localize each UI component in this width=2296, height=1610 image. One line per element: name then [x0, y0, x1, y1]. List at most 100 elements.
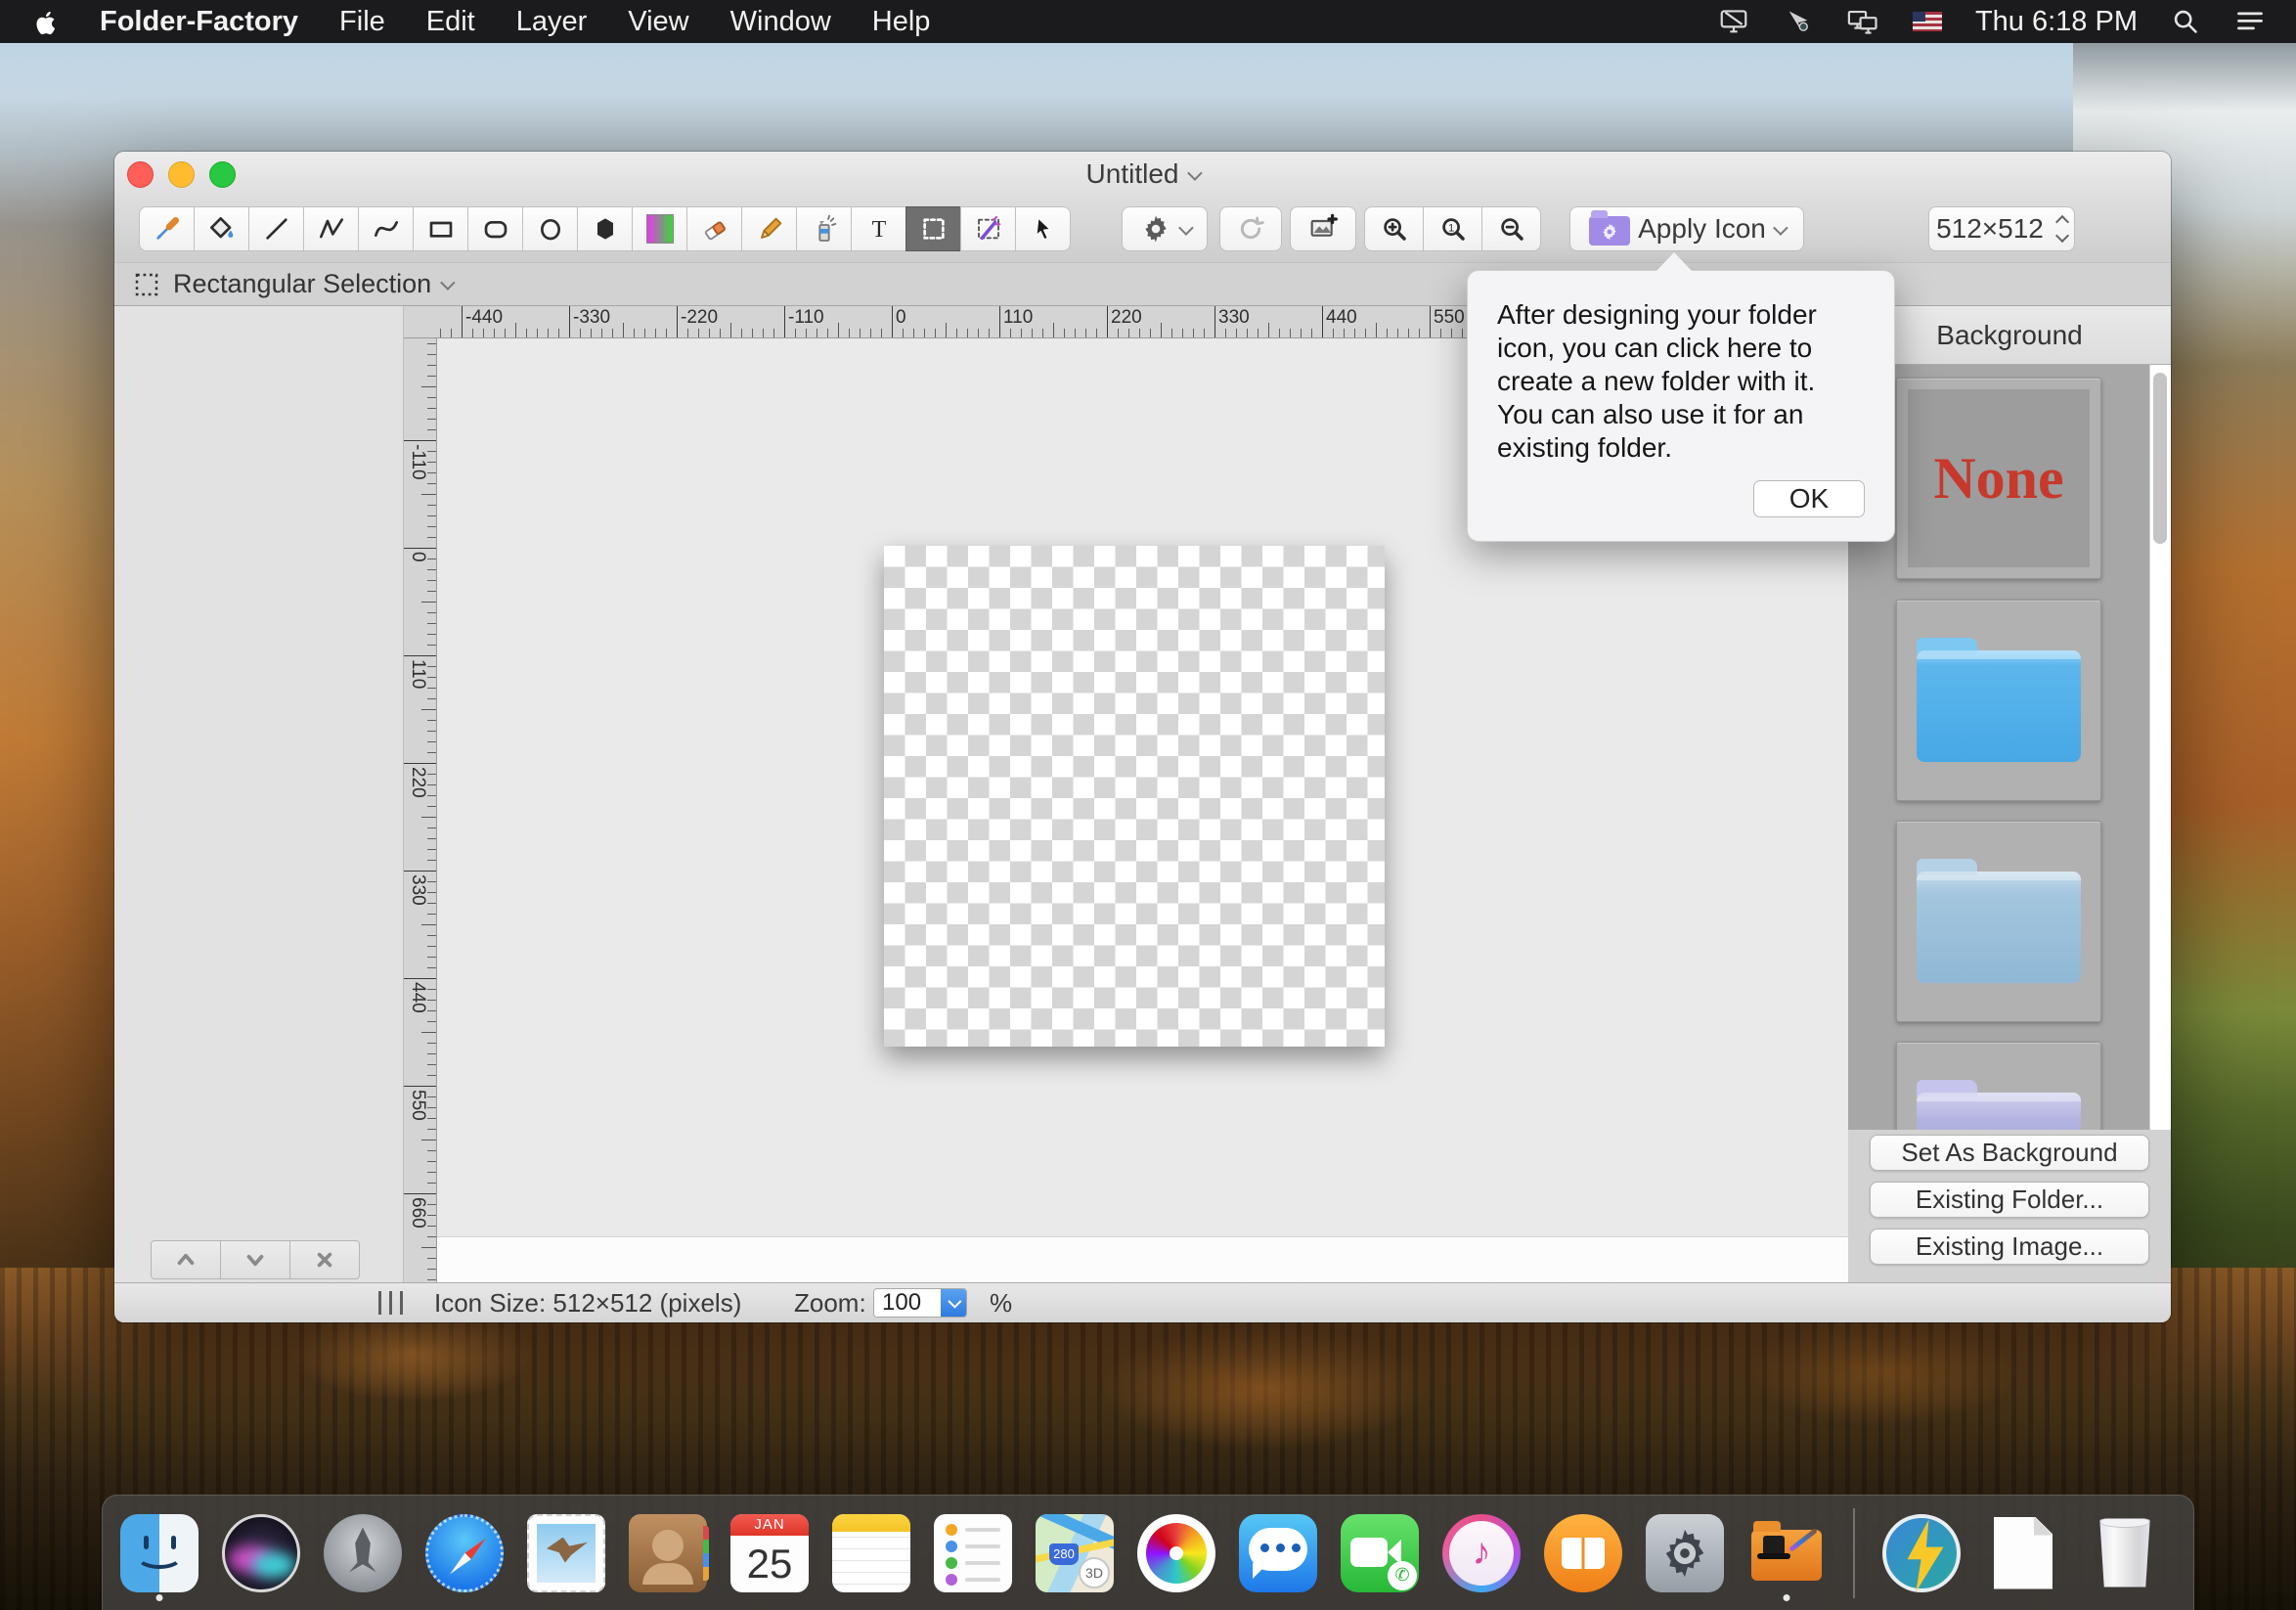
menu-clock[interactable]: Thu 6:18 PM [1975, 6, 2138, 38]
calendar-icon: JAN 25 [730, 1514, 809, 1592]
menu-edit[interactable]: Edit [426, 6, 475, 38]
title-chevron-icon[interactable] [1188, 165, 1204, 181]
document-icon [1994, 1517, 2053, 1589]
apply-icon-button[interactable]: Apply Icon [1569, 206, 1804, 251]
apple-menu-icon[interactable] [33, 7, 59, 36]
polyline-tool[interactable] [303, 206, 359, 251]
add-image-button[interactable] [1290, 206, 1356, 251]
background-thumbnail-light-folder[interactable] [1896, 821, 2101, 1022]
dock-item-messages[interactable] [1239, 1506, 1317, 1600]
dock-item-trash[interactable] [2086, 1506, 2164, 1600]
notes-icon [832, 1514, 910, 1592]
dock-item-ibooks[interactable] [1544, 1506, 1622, 1600]
dock-item-itunes[interactable]: ♪ [1442, 1506, 1521, 1600]
contacts-icon [629, 1514, 707, 1592]
zoom-value-input[interactable] [874, 1289, 941, 1317]
curve-tool[interactable] [358, 206, 414, 251]
maps-shield-label: 280 [1049, 1543, 1079, 1565]
zoom-actual-size-button[interactable]: 1 [1423, 206, 1482, 251]
app-menu-title[interactable]: Folder-Factory [100, 6, 298, 38]
rectangular-selection-icon [132, 270, 161, 299]
icon-size-stepper[interactable]: 512×512 [1928, 206, 2075, 251]
dock-item-safari[interactable] [425, 1506, 504, 1600]
background-thumbnail-purple-folder[interactable] [1896, 1042, 2101, 1130]
move-layer-down-button[interactable] [220, 1240, 290, 1279]
selection-mode-label[interactable]: Rectangular Selection [173, 269, 431, 299]
search-icon[interactable] [2169, 9, 2202, 34]
layer-controls [151, 1240, 360, 1279]
background-thumbnail-blue-folder[interactable] [1896, 600, 2101, 801]
display-icon[interactable] [1717, 9, 1750, 34]
rectangle-tool[interactable] [413, 206, 468, 251]
background-list[interactable]: None [1848, 365, 2171, 1130]
eyedropper-tool[interactable] [139, 206, 195, 251]
move-layer-up-button[interactable] [151, 1240, 221, 1279]
ok-button[interactable]: OK [1753, 480, 1865, 517]
dock-item-notes[interactable] [832, 1506, 910, 1600]
set-as-background-button[interactable]: Set As Background [1870, 1135, 2149, 1171]
folder-factory-icon [1747, 1514, 1826, 1592]
existing-image-button[interactable]: Existing Image... [1870, 1229, 2149, 1265]
zoom-label: Zoom: [794, 1288, 866, 1319]
pointer-icon[interactable] [1782, 9, 1815, 34]
menu-help[interactable]: Help [872, 6, 931, 38]
zoom-combo-box[interactable] [873, 1288, 967, 1318]
dock-item-launchpad[interactable] [324, 1506, 402, 1600]
fill-bucket-tool[interactable] [194, 206, 249, 251]
dock-item-facetime[interactable]: ✆ [1341, 1506, 1419, 1600]
dock-item-reminders[interactable] [934, 1506, 1012, 1600]
stepper-arrows-icon[interactable] [2057, 217, 2067, 241]
chevron-down-icon[interactable] [440, 275, 456, 291]
dock-item-finder[interactable] [120, 1506, 199, 1600]
displays-icon[interactable] [1846, 9, 1879, 34]
background-scrollbar[interactable] [2149, 365, 2171, 1130]
gear-actions-button[interactable] [1122, 206, 1208, 251]
dock-item-folder-factory[interactable] [1747, 1506, 1826, 1600]
background-thumbnail-none[interactable]: None [1896, 378, 2101, 579]
tool-group: T [139, 206, 1071, 251]
rounded-rectangle-tool[interactable] [467, 206, 523, 251]
gradient-tool[interactable] [632, 206, 687, 251]
polygon-tool[interactable] [577, 206, 633, 251]
apply-icon-tooltip: After designing your folder icon, you ca… [1467, 270, 1895, 542]
dock-item-photos[interactable] [1137, 1506, 1215, 1600]
dock-item-calendar[interactable]: JAN 25 [730, 1506, 809, 1600]
zoom-in-button[interactable] [1364, 206, 1424, 251]
airbrush-tool[interactable] [796, 206, 852, 251]
magic-selection-tool[interactable] [960, 206, 1016, 251]
rotate-button[interactable] [1219, 206, 1282, 251]
zoom-dropdown-icon[interactable] [941, 1289, 966, 1317]
cursor-tool[interactable] [1015, 206, 1071, 251]
canvas-scroll-strip[interactable] [437, 1236, 1848, 1282]
pencil-tool[interactable] [741, 206, 797, 251]
dock-item-maps[interactable]: 280 3D [1036, 1506, 1114, 1600]
text-tool[interactable]: T [851, 206, 906, 251]
dock-item-lightning-app[interactable] [1882, 1506, 1961, 1600]
ellipse-tool[interactable] [522, 206, 578, 251]
us-flag-icon[interactable] [1911, 9, 1944, 34]
menu-view[interactable]: View [628, 6, 688, 38]
eraser-tool[interactable] [686, 206, 742, 251]
menu-window[interactable]: Window [730, 6, 831, 38]
ruler-label: 0 [896, 307, 906, 329]
scrollbar-thumb[interactable] [2153, 373, 2167, 544]
dock-item-system-preferences[interactable] [1646, 1506, 1724, 1600]
ruler-label: 220 [1111, 307, 1142, 329]
existing-folder-button[interactable]: Existing Folder... [1870, 1182, 2149, 1218]
window-titlebar[interactable]: Untitled [114, 152, 2171, 197]
transparent-canvas[interactable] [884, 546, 1385, 1047]
dock-item-siri[interactable] [222, 1506, 300, 1600]
dock-item-document[interactable] [1984, 1506, 2062, 1600]
splitter-handle[interactable] [378, 1291, 403, 1315]
running-indicator [156, 1594, 163, 1601]
ruler-label: 110 [1003, 307, 1033, 329]
menu-file[interactable]: File [339, 6, 385, 38]
delete-layer-button[interactable] [289, 1240, 360, 1279]
dock-item-mail[interactable] [527, 1506, 605, 1600]
menu-layer[interactable]: Layer [516, 6, 588, 38]
line-tool[interactable] [248, 206, 304, 251]
dock-item-contacts[interactable] [629, 1506, 707, 1600]
rectangular-selection-tool[interactable] [905, 206, 961, 251]
zoom-out-button[interactable] [1481, 206, 1541, 251]
notification-list-icon[interactable] [2233, 9, 2267, 34]
